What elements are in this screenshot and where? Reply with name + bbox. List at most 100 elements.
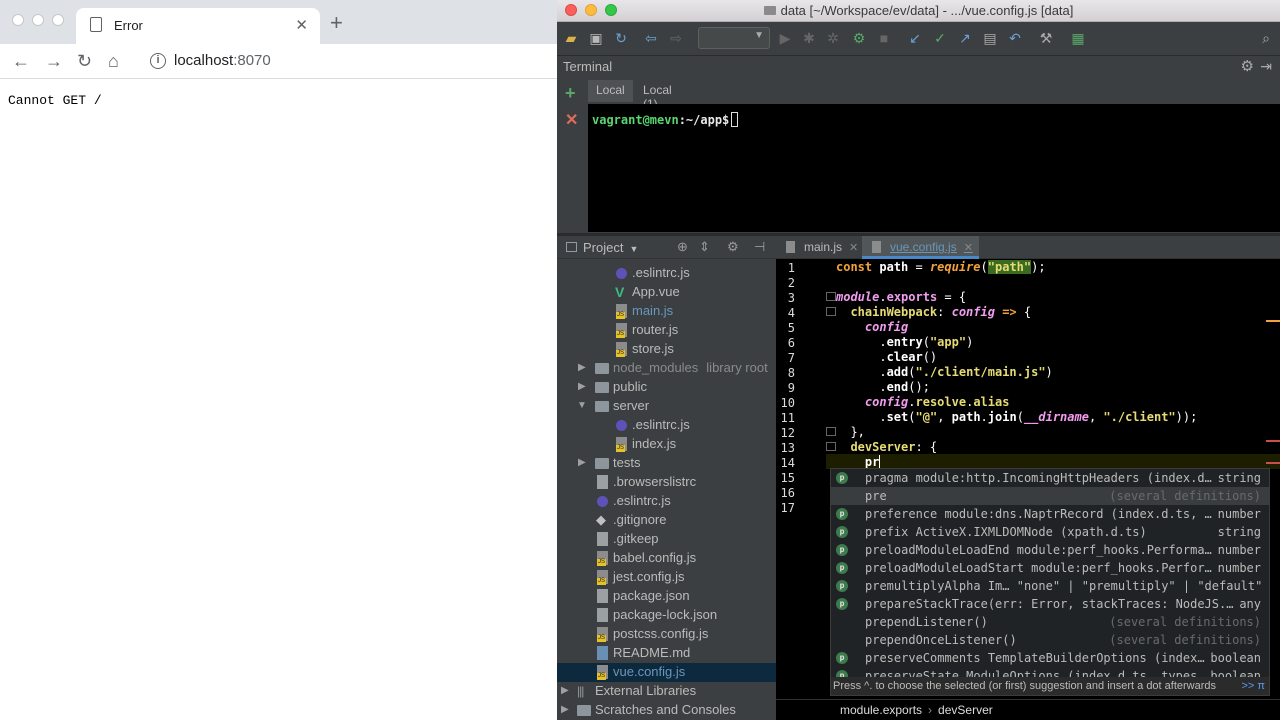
add-terminal-icon[interactable]: + [565, 84, 576, 102]
error-stripe-marker[interactable] [1266, 320, 1280, 322]
tree-item[interactable]: store.js [557, 340, 776, 359]
autocomplete-more-link[interactable]: >> π [1242, 680, 1266, 692]
collapse-all-icon[interactable]: ⇕ [699, 239, 710, 255]
terminal-output[interactable]: vagrant@mevn:~/app$ [588, 104, 1280, 232]
run-config-select[interactable]: ▼ [698, 27, 770, 49]
tree-item[interactable]: router.js [557, 321, 776, 340]
tree-item[interactable]: index.js [557, 435, 776, 454]
tree-item[interactable]: package.json [557, 587, 776, 606]
tree-item[interactable]: babel.config.js [557, 549, 776, 568]
tree-item[interactable]: ▶ node_modules library root [557, 359, 776, 378]
tree-item-selected[interactable]: vue.config.js [557, 663, 776, 682]
tab-local-1[interactable]: Local (1) [635, 80, 680, 111]
breadcrumb-item[interactable]: devServer [938, 703, 993, 717]
back-icon[interactable]: ⇦ [643, 30, 659, 46]
tree-item[interactable]: ▶ public [557, 378, 776, 397]
tree-item[interactable]: .eslintrc.js [557, 264, 776, 283]
tree-item[interactable]: package-lock.json [557, 606, 776, 625]
coverage-icon[interactable]: ✲ [825, 30, 841, 46]
tab-local[interactable]: Local [588, 80, 633, 102]
save-icon[interactable]: ▣ [588, 30, 604, 46]
debug-icon[interactable]: ✱ [801, 30, 817, 46]
expand-arrow-icon[interactable]: ▶ [578, 457, 586, 468]
expand-arrow-icon[interactable]: ▶ [578, 381, 586, 392]
locate-icon[interactable]: ⊕ [677, 239, 688, 255]
collapse-arrow-icon[interactable]: ▼ [577, 400, 587, 411]
tab-vue-config-js[interactable]: vue.config.js ✕ [862, 236, 979, 259]
autocomplete-item[interactable]: prependOnceListener() (several definition… [831, 631, 1269, 649]
fold-marker-icon[interactable] [826, 292, 836, 301]
expand-arrow-icon[interactable]: ▶ [561, 704, 569, 715]
browser-tab[interactable]: Error ✕ [76, 8, 320, 44]
structure-icon[interactable]: ▦ [1070, 30, 1086, 46]
close-tab-icon[interactable]: ✕ [964, 242, 973, 254]
tree-item[interactable]: .eslintrc.js [557, 492, 776, 511]
open-folder-icon[interactable]: ▰ [563, 30, 579, 46]
tree-item[interactable]: ▶ ||| External Libraries [557, 682, 776, 701]
forward-icon[interactable]: → [45, 51, 63, 71]
tree-item[interactable]: .browserslistrc [557, 473, 776, 492]
tree-item[interactable]: postcss.config.js [557, 625, 776, 644]
address-bar[interactable]: localhost:8070 [174, 52, 271, 69]
search-icon[interactable]: ⌕ [1258, 30, 1274, 46]
tree-item[interactable]: ◆ .gitignore [557, 511, 776, 530]
run-icon[interactable]: ▶ [777, 30, 793, 46]
autocomplete-item-selected[interactable]: pre (several definitions) [831, 487, 1269, 505]
hide-panel-icon[interactable]: ⊣ [754, 239, 765, 255]
autocomplete-item[interactable]: p preloadModuleLoadEnd module:perf_hooks.… [831, 541, 1269, 559]
stop-icon[interactable]: ■ [876, 30, 892, 46]
tree-item[interactable]: ▼ server [557, 397, 776, 416]
error-stripe-marker[interactable] [1266, 462, 1280, 464]
expand-arrow-icon[interactable]: ▶ [561, 685, 569, 696]
minimize-window-button[interactable] [32, 14, 44, 26]
autocomplete-item[interactable]: p prefix ActiveX.IXMLDOMNode (xpath.d.ts)… [831, 523, 1269, 541]
autocomplete-item[interactable]: p preloadModuleLoadStart module:perf_hook… [831, 559, 1269, 577]
tree-item[interactable]: .eslintrc.js [557, 416, 776, 435]
tree-item[interactable]: README.md [557, 644, 776, 663]
settings-icon[interactable]: ⚒ [1038, 30, 1054, 46]
autocomplete-item[interactable]: p premultiplyAlpha Im… "none" | "premulti… [831, 577, 1269, 595]
sync-icon[interactable]: ↻ [613, 30, 629, 46]
vcs-compare-icon[interactable]: ▤ [982, 30, 998, 46]
gear-icon[interactable]: ⚙ [727, 239, 739, 255]
new-tab-button[interactable]: + [330, 10, 343, 36]
tree-item[interactable]: ▶ tests [557, 454, 776, 473]
reload-icon[interactable]: ↻ [77, 51, 92, 71]
expand-arrow-icon[interactable]: ▶ [578, 362, 586, 373]
tree-item[interactable]: ▶ Scratches and Consoles [557, 701, 776, 720]
autocomplete-item[interactable]: prependListener() (several definitions) [831, 613, 1269, 631]
tree-item[interactable]: main.js [557, 302, 776, 321]
close-tab-icon[interactable]: ✕ [295, 16, 308, 34]
home-icon[interactable]: ⌂ [108, 51, 119, 71]
vcs-push-icon[interactable]: ↗ [957, 30, 973, 46]
fold-marker-icon[interactable] [826, 427, 836, 436]
vcs-commit-icon[interactable]: ✓ [932, 30, 948, 46]
vcs-update-icon[interactable]: ↙ [907, 30, 923, 46]
vcs-revert-icon[interactable]: ↶ [1007, 30, 1023, 46]
breadcrumb-item[interactable]: module.exports [840, 703, 922, 717]
autocomplete-item[interactable]: p preference module:dns.NaptrRecord (inde… [831, 505, 1269, 523]
back-icon[interactable]: ← [12, 51, 30, 71]
close-window-button[interactable] [12, 14, 24, 26]
code-line: .add("./client/main.js") [836, 365, 1053, 379]
info-icon[interactable]: i [150, 53, 166, 69]
project-title: Project [583, 240, 624, 255]
forward-icon[interactable]: ⇨ [668, 30, 684, 46]
tree-item[interactable]: .gitkeep [557, 530, 776, 549]
close-tab-icon[interactable]: ✕ [849, 242, 858, 254]
fold-marker-icon[interactable] [826, 307, 836, 316]
tab-main-js[interactable]: main.js ✕ [776, 236, 864, 259]
gear-icon[interactable]: ⚙ [1241, 57, 1254, 75]
tree-item[interactable]: V App.vue [557, 283, 776, 302]
fold-marker-icon[interactable] [826, 442, 836, 451]
tree-item[interactable]: jest.config.js [557, 568, 776, 587]
attach-icon[interactable]: ⚙ [851, 30, 867, 46]
autocomplete-item[interactable]: p preserveComments TemplateBuilderOptions… [831, 649, 1269, 667]
maximize-window-button[interactable] [52, 14, 64, 26]
minimize-panel-icon[interactable]: ⇥ [1260, 58, 1272, 75]
error-stripe-marker[interactable] [1266, 440, 1280, 442]
autocomplete-item[interactable]: p pragma module:http.IncomingHttpHeaders … [831, 469, 1269, 487]
close-terminal-icon[interactable]: ✕ [565, 110, 578, 130]
project-view-select[interactable]: Project ▼ [566, 240, 638, 255]
autocomplete-item[interactable]: p prepareStackTrace(err: Error, stackTrac… [831, 595, 1269, 613]
